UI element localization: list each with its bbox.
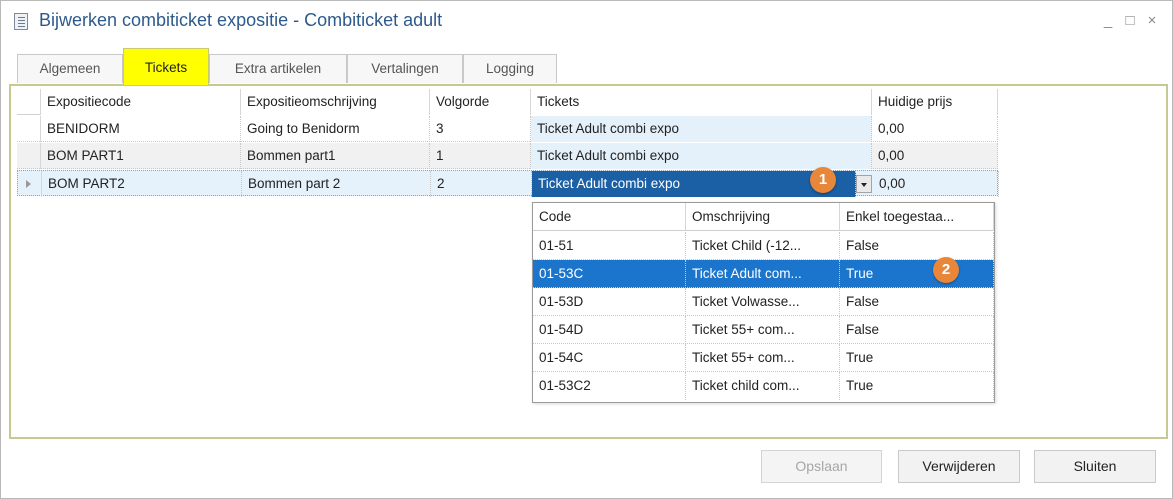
cell-expositieomschrijving[interactable]: Bommen part1: [241, 143, 430, 169]
cell-huidige-prijs[interactable]: 0,00: [872, 116, 998, 142]
delete-button[interactable]: Verwijderen: [898, 450, 1020, 483]
dropdown-option[interactable]: 01-51 Ticket Child (-12... False: [533, 232, 994, 260]
tab-vertalingen[interactable]: Vertalingen: [347, 54, 463, 83]
column-header-huidige-prijs[interactable]: Huidige prijs: [872, 89, 998, 115]
cell-expositieomschrijving[interactable]: Going to Benidorm: [241, 116, 430, 142]
table-row[interactable]: BOM PART1 Bommen part1 1 Ticket Adult co…: [17, 143, 998, 169]
dropdown-arrow-icon[interactable]: [856, 175, 872, 193]
option-omschrijving: Ticket Volwasse...: [686, 288, 840, 316]
tickets-dropdown-list: Code Omschrijving Enkel toegestaa... 01-…: [532, 202, 995, 403]
title-bar: Bijwerken combiticket expositie - Combit…: [1, 1, 1172, 45]
option-code: 01-54C: [533, 344, 686, 372]
close-button[interactable]: Sluiten: [1034, 450, 1156, 483]
cell-expositieomschrijving[interactable]: Bommen part 2: [242, 171, 431, 197]
option-code: 01-53C: [533, 260, 686, 288]
option-enkel-toegestaan: False: [840, 316, 994, 344]
save-button[interactable]: Opslaan: [761, 450, 882, 483]
column-header-tickets[interactable]: Tickets: [531, 89, 872, 115]
tickets-combobox[interactable]: Ticket Adult combi expo: [532, 171, 856, 197]
option-enkel-toegestaan: False: [840, 288, 994, 316]
callout-badge-2: 2: [933, 257, 959, 283]
cell-huidige-prijs[interactable]: 0,00: [872, 143, 998, 169]
option-omschrijving: Ticket 55+ com...: [686, 316, 840, 344]
window-title: Bijwerken combiticket expositie - Combit…: [39, 10, 443, 30]
dropdown-option[interactable]: 01-54C Ticket 55+ com... True: [533, 344, 994, 372]
dropdown-header-enkel-toegestaan[interactable]: Enkel toegestaa...: [840, 203, 994, 231]
option-omschrijving: Ticket child com...: [686, 372, 840, 400]
row-indicator: [17, 116, 41, 142]
tab-tickets[interactable]: Tickets: [123, 48, 209, 85]
row-indicator-header: [17, 89, 41, 115]
dropdown-header-omschrijving[interactable]: Omschrijving: [686, 203, 840, 231]
tab-algemeen[interactable]: Algemeen: [17, 54, 123, 83]
cell-expositiecode[interactable]: BOM PART1: [41, 143, 241, 169]
cell-huidige-prijs[interactable]: 0,00: [873, 171, 999, 197]
dropdown-option[interactable]: 01-54D Ticket 55+ com... False: [533, 316, 994, 344]
dropdown-option[interactable]: 01-53C2 Ticket child com... True: [533, 372, 994, 400]
maximize-icon[interactable]: □: [1122, 12, 1138, 30]
column-header-volgorde[interactable]: Volgorde: [430, 89, 531, 115]
option-enkel-toegestaan: True: [840, 344, 994, 372]
cell-volgorde[interactable]: 1: [430, 143, 531, 169]
option-code: 01-54D: [533, 316, 686, 344]
option-omschrijving: Ticket 55+ com...: [686, 344, 840, 372]
dropdown-option-selected[interactable]: 01-53C Ticket Adult com... True: [533, 260, 994, 288]
option-code: 01-53D: [533, 288, 686, 316]
table-row[interactable]: BENIDORM Going to Benidorm 3 Ticket Adul…: [17, 116, 998, 142]
document-icon: [14, 13, 28, 30]
table-row-selected[interactable]: BOM PART2 Bommen part 2 2 Ticket Adult c…: [17, 170, 999, 197]
option-omschrijving: Ticket Child (-12...: [686, 232, 840, 260]
row-pointer-icon: [26, 180, 31, 188]
cell-tickets[interactable]: Ticket Adult combi expo: [531, 116, 872, 142]
column-header-expositiecode[interactable]: Expositiecode: [41, 89, 241, 115]
minimize-icon[interactable]: _: [1100, 12, 1116, 30]
cell-expositiecode[interactable]: BOM PART2: [42, 171, 242, 197]
dialog-window: Bijwerken combiticket expositie - Combit…: [0, 0, 1173, 499]
dropdown-header-code[interactable]: Code: [533, 203, 686, 231]
tab-extra-artikelen[interactable]: Extra artikelen: [209, 54, 347, 83]
option-code: 01-53C2: [533, 372, 686, 400]
cell-volgorde[interactable]: 2: [431, 171, 532, 197]
option-enkel-toegestaan: True: [840, 260, 994, 288]
grid-header-row: Expositiecode Expositieomschrijving Volg…: [17, 89, 998, 115]
option-omschrijving: Ticket Adult com...: [686, 260, 840, 288]
option-code: 01-51: [533, 232, 686, 260]
column-header-expositieomschrijving[interactable]: Expositieomschrijving: [241, 89, 430, 115]
callout-badge-1: 1: [810, 167, 836, 193]
dropdown-header-row: Code Omschrijving Enkel toegestaa...: [533, 203, 994, 231]
close-icon[interactable]: ×: [1144, 12, 1160, 30]
row-indicator: [17, 143, 41, 169]
row-indicator-current: [18, 171, 42, 197]
dropdown-option[interactable]: 01-53D Ticket Volwasse... False: [533, 288, 994, 316]
option-enkel-toegestaan: False: [840, 232, 994, 260]
cell-tickets[interactable]: Ticket Adult combi expo: [531, 143, 872, 169]
tab-logging[interactable]: Logging: [463, 54, 557, 83]
cell-expositiecode[interactable]: BENIDORM: [41, 116, 241, 142]
option-enkel-toegestaan: True: [840, 372, 994, 400]
cell-volgorde[interactable]: 3: [430, 116, 531, 142]
